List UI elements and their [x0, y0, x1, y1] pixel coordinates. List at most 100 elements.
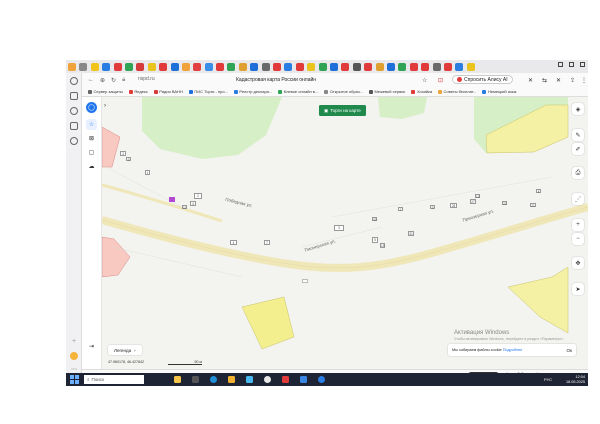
reload-icon[interactable]: ↻: [111, 77, 116, 84]
browser-tab[interactable]: [466, 62, 475, 71]
legend-button[interactable]: Легенда ›: [108, 345, 142, 355]
building[interactable]: [302, 279, 308, 283]
building[interactable]: 9: [430, 205, 435, 210]
maximize-icon[interactable]: [569, 62, 574, 67]
building[interactable]: 4: [230, 240, 237, 245]
document-icon[interactable]: ▢: [86, 147, 97, 158]
browser-tab[interactable]: [204, 62, 213, 71]
back-icon[interactable]: ←: [88, 77, 94, 83]
close-icon[interactable]: [580, 62, 585, 67]
zoom-in-button[interactable]: +: [572, 219, 584, 231]
browser-tab[interactable]: [238, 62, 247, 71]
extension-icon[interactable]: ✕: [528, 77, 533, 84]
bookmark-item[interactable]: Радио ВАНН: [153, 89, 183, 94]
bookmark-item[interactable]: Клевое онлайн в...: [278, 89, 318, 94]
browser-tab[interactable]: [181, 62, 190, 71]
app-icon[interactable]: [318, 376, 325, 383]
favorites-icon[interactable]: ☆: [86, 119, 97, 130]
print-icon[interactable]: ⎙: [572, 167, 584, 179]
browser-tab[interactable]: [329, 62, 338, 71]
browser-tab[interactable]: [386, 62, 395, 71]
pan-icon[interactable]: ✥: [572, 257, 584, 269]
parcel-yellow[interactable]: [241, 296, 295, 350]
building[interactable]: 7: [264, 240, 270, 245]
parcel-yellow[interactable]: [507, 266, 569, 334]
browser-tab[interactable]: [102, 62, 111, 71]
browser-tab[interactable]: [284, 62, 293, 71]
browser-tab[interactable]: [409, 62, 418, 71]
clock[interactable]: 12:04 18.05.2025: [566, 375, 585, 385]
settings-icon[interactable]: [70, 137, 78, 145]
browser-tab[interactable]: [147, 62, 156, 71]
browser-tab[interactable]: [307, 62, 316, 71]
bookmark-item[interactable]: ПИС Торги - про...: [188, 89, 228, 94]
bookmark-star-icon[interactable]: ☆: [422, 77, 427, 84]
browser-tab[interactable]: [79, 62, 88, 71]
building[interactable]: 9: [126, 157, 131, 162]
translate-icon[interactable]: ⇆: [542, 77, 547, 84]
collections-icon[interactable]: [70, 92, 78, 100]
browser-tab[interactable]: [273, 62, 282, 71]
ask-alice-button[interactable]: Спросить Алису AI: [452, 75, 513, 84]
add-icon[interactable]: +: [70, 338, 78, 346]
share-map-icon[interactable]: ⋰: [572, 193, 584, 205]
browser-tab[interactable]: [443, 62, 452, 71]
bookmark-item[interactable]: Немецкий язык: [482, 89, 516, 94]
app-icon[interactable]: [282, 376, 289, 383]
menu-icon[interactable]: ⋮: [581, 77, 587, 84]
draw-icon[interactable]: ✐: [572, 143, 584, 155]
building[interactable]: 8: [536, 189, 541, 194]
selected-parcel-marker[interactable]: [169, 197, 175, 202]
tabs-icon[interactable]: [70, 122, 78, 130]
minimize-icon[interactable]: [558, 62, 563, 67]
tab-strip[interactable]: [66, 60, 588, 73]
bookmark-item[interactable]: Советы бесплат...: [438, 89, 476, 94]
bookmark-item[interactable]: Хозяйка: [411, 89, 432, 94]
search-icon[interactable]: ◯: [86, 102, 97, 113]
task-view-icon[interactable]: [192, 376, 199, 383]
browser-tab[interactable]: [124, 62, 133, 71]
cadastral-map[interactable]: 3 9 1 2 4 11 4 7 3 5 15 31 33 7 9 28 27 …: [82, 97, 588, 369]
parcel-red[interactable]: [101, 236, 131, 278]
cloud-icon[interactable]: ☁: [86, 161, 97, 172]
share-icon[interactable]: ⇪: [570, 77, 575, 84]
language-indicator[interactable]: РУС: [544, 377, 552, 382]
browser-tab[interactable]: [375, 62, 384, 71]
url-field[interactable]: nspd.ru: [138, 76, 155, 82]
bookmark-item[interactable]: Яндекс: [128, 89, 148, 94]
bookmark-item[interactable]: Сервер защиты: [88, 89, 123, 94]
windows-start-icon[interactable]: [70, 375, 79, 384]
browser-tab[interactable]: [421, 62, 430, 71]
browser-tab[interactable]: [261, 62, 270, 71]
browser-tab[interactable]: [250, 62, 259, 71]
bookmark-item[interactable]: Межевой сервис: [369, 89, 405, 94]
window-controls[interactable]: [558, 62, 585, 67]
building[interactable]: 3: [120, 151, 126, 156]
browser-tab[interactable]: [90, 62, 99, 71]
yandex-browser-icon[interactable]: [264, 376, 271, 383]
browser-tab[interactable]: [295, 62, 304, 71]
browser-tab[interactable]: [136, 62, 145, 71]
building[interactable]: 5: [372, 237, 378, 243]
building[interactable]: 7: [398, 207, 403, 212]
browser-tab[interactable]: [455, 62, 464, 71]
building[interactable]: 33: [372, 217, 377, 222]
explorer-icon[interactable]: [228, 376, 235, 383]
building[interactable]: 28: [450, 203, 457, 208]
building[interactable]: 27: [470, 199, 476, 204]
browser-tab[interactable]: [68, 62, 76, 71]
building[interactable]: 31: [408, 231, 414, 236]
browser-tab[interactable]: [159, 62, 168, 71]
history-icon[interactable]: [70, 77, 78, 85]
locate-icon[interactable]: ➤: [572, 283, 584, 295]
browser-tab[interactable]: [193, 62, 202, 71]
login-icon[interactable]: ⇥: [86, 341, 97, 352]
expand-panel-icon[interactable]: ›: [104, 103, 106, 109]
layers-icon[interactable]: ◈: [572, 103, 584, 115]
download-icon[interactable]: ⊡: [438, 77, 443, 84]
profile-avatar[interactable]: [70, 352, 78, 360]
building[interactable]: 2: [194, 193, 202, 199]
media-icon[interactable]: [70, 107, 78, 115]
cookie-ok-button[interactable]: Ок: [567, 348, 572, 353]
extension-2-icon[interactable]: ✕: [556, 77, 561, 84]
